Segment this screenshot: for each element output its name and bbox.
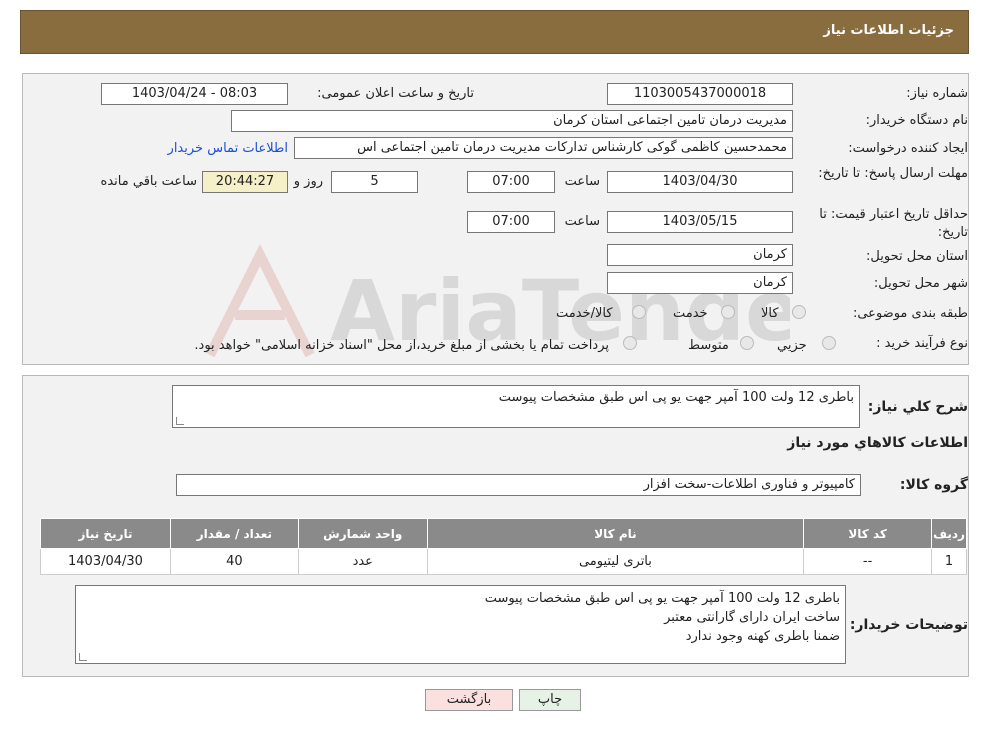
need-number-label: شماره نیاز: xyxy=(906,86,968,101)
col-need-date: تاریخ نیاز xyxy=(40,518,171,549)
creator-label: ایجاد کننده درخواست: xyxy=(848,141,968,156)
cell-goods-name: باتری لیتیومی xyxy=(426,548,805,575)
process-option-minor: جزیي xyxy=(777,338,807,353)
category-option-service: خدمت xyxy=(673,306,708,321)
goods-table: رديف کد کالا نام کالا واحد شمارش تعداد /… xyxy=(40,518,967,575)
days-remaining-field: 5 xyxy=(331,171,418,193)
province-label: استان محل تحویل: xyxy=(866,249,968,264)
deadline-label: مهلت ارسال پاسخ: تا تاریخ: xyxy=(818,166,968,181)
buyer-notes-line: ساخت ایران دارای گارانتی معتبر xyxy=(664,610,840,625)
page-title: جزئیات اطلاعات نیاز xyxy=(823,23,954,38)
process-radio-medium[interactable] xyxy=(740,336,754,350)
goods-group-field: کامپیوتر و فناوری اطلاعات-سخت افزار xyxy=(176,474,861,496)
process-radio-minor[interactable] xyxy=(822,336,836,350)
creator-field: محمدحسین کاظمی گوکی کارشناس تدارکات مدیر… xyxy=(294,137,793,159)
announce-field: 1403/04/24 - 08:03 xyxy=(101,83,288,105)
deadline-time-field: 07:00 xyxy=(467,171,555,193)
announce-label: تاریخ و ساعت اعلان عمومی: xyxy=(317,86,474,101)
process-note: پرداخت تمام یا بخشی از مبلغ خرید،از محل … xyxy=(194,338,609,353)
col-goods-code: کد کالا xyxy=(803,518,933,549)
col-quantity: تعداد / مقدار xyxy=(169,518,299,549)
category-label: طبقه بندی موضوعی: xyxy=(852,306,968,321)
col-row-number: رديف xyxy=(931,518,967,549)
remaining-time-field: 20:44:27 xyxy=(202,171,288,193)
summary-label: شرح کلي نياز: xyxy=(867,399,968,415)
category-radio-goods-service[interactable] xyxy=(632,305,646,319)
buyer-notes-textarea[interactable]: باطری 12 ولت 100 آمپر جهت یو پی اس طبق م… xyxy=(75,585,846,664)
goods-info-title: اطلاعات کالاهاي مورد نياز xyxy=(787,435,968,451)
province-field: کرمان xyxy=(607,244,793,266)
buyer-org-field: مدیریت درمان تامین اجتماعی استان کرمان xyxy=(231,110,793,132)
remaining-label: ساعت باقي مانده xyxy=(100,174,197,189)
need-number-field: 1103005437000018 xyxy=(607,83,793,105)
summary-text: باطری 12 ولت 100 آمپر جهت یو پی اس طبق م… xyxy=(498,390,854,405)
city-label: شهر محل تحویل: xyxy=(873,276,968,291)
validity-hour-label: ساعت xyxy=(564,214,600,229)
back-button[interactable]: بازگشت xyxy=(425,689,513,711)
page-header: جزئیات اطلاعات نیاز xyxy=(20,10,969,54)
print-button[interactable]: چاپ xyxy=(519,689,581,711)
col-goods-name: نام کالا xyxy=(426,518,805,549)
buyer-contact-link[interactable]: اطلاعات تماس خریدار xyxy=(168,141,288,156)
col-unit: واحد شمارش xyxy=(297,518,428,549)
cell-unit: عدد xyxy=(297,548,428,575)
cell-need-date: 1403/04/30 xyxy=(40,548,171,575)
goods-table-header: رديف کد کالا نام کالا واحد شمارش تعداد /… xyxy=(40,518,967,549)
buyer-notes-line: ضمنا باطری کهنه وجود ندارد xyxy=(685,629,840,644)
day-and-label: روز و xyxy=(293,174,323,189)
city-field: کرمان xyxy=(607,272,793,294)
cell-quantity: 40 xyxy=(169,548,299,575)
cell-row-number: 1 xyxy=(931,548,967,575)
validity-label: حداقل تاریخ اعتبار قیمت: تا تاریخ: xyxy=(819,207,968,240)
treasury-checkbox[interactable] xyxy=(623,336,637,350)
goods-group-label: گروه کالا: xyxy=(899,477,968,493)
table-row[interactable]: 1 -- باتری لیتیومی عدد 40 1403/04/30 xyxy=(40,548,967,575)
category-option-goods-service: کالا/خدمت xyxy=(556,306,613,321)
summary-textarea[interactable]: باطری 12 ولت 100 آمپر جهت یو پی اس طبق م… xyxy=(172,385,860,428)
process-label: نوع فرآیند خرید : xyxy=(876,336,968,351)
process-option-medium: متوسط xyxy=(688,338,729,353)
buyer-org-label: نام دستگاه خریدار: xyxy=(865,113,968,128)
deadline-hour-label: ساعت xyxy=(564,174,600,189)
deadline-date-field: 1403/04/30 xyxy=(607,171,793,193)
validity-date-field: 1403/05/15 xyxy=(607,211,793,233)
resize-grip-icon[interactable] xyxy=(176,417,184,425)
category-radio-service[interactable] xyxy=(721,305,735,319)
cell-goods-code: -- xyxy=(803,548,933,575)
category-option-goods: کالا xyxy=(761,306,779,321)
validity-time-field: 07:00 xyxy=(467,211,555,233)
resize-grip-icon[interactable] xyxy=(79,653,87,661)
buyer-notes-line: باطری 12 ولت 100 آمپر جهت یو پی اس طبق م… xyxy=(484,591,840,606)
category-radio-goods[interactable] xyxy=(792,305,806,319)
buyer-notes-label: توضیحات خریدار: xyxy=(849,617,968,633)
